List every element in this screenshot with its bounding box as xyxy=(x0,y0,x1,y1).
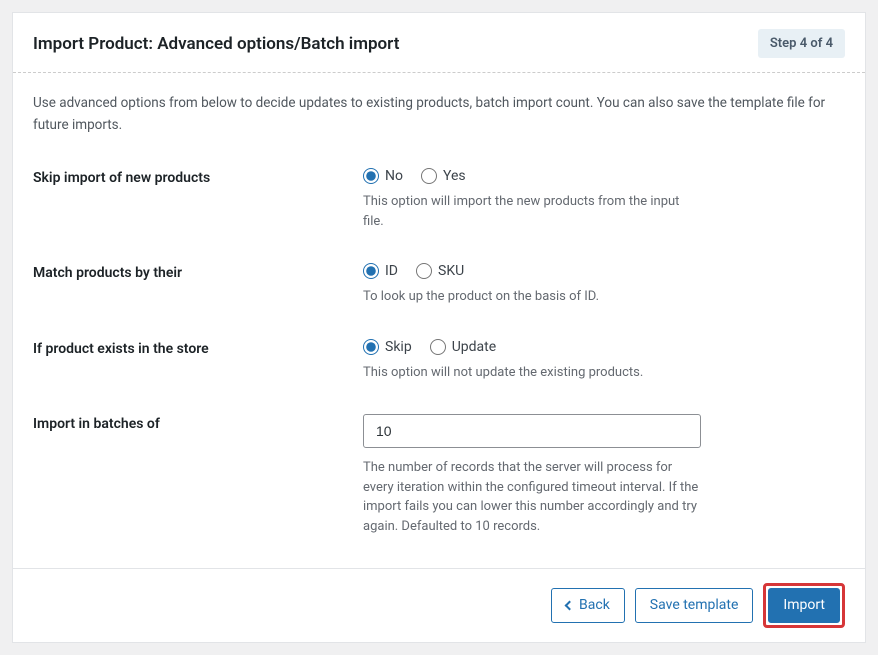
skip-new-radio-no-input[interactable] xyxy=(363,168,379,184)
import-button-label: Import xyxy=(783,597,825,614)
batch-help: The number of records that the server wi… xyxy=(363,458,703,536)
if-exists-radio-update[interactable]: Update xyxy=(430,339,496,355)
import-button[interactable]: Import xyxy=(768,588,840,623)
card-body: Use advanced options from below to decid… xyxy=(13,73,865,568)
match-by-radio-group: ID SKU xyxy=(363,263,845,279)
save-template-button-label: Save template xyxy=(650,597,739,614)
match-by-radio-sku-input[interactable] xyxy=(416,263,432,279)
if-exists-radio-update-label: Update xyxy=(452,339,496,355)
field-batch: Import in batches of The number of recor… xyxy=(33,414,845,536)
save-template-button[interactable]: Save template xyxy=(635,588,754,623)
if-exists-label: If product exists in the store xyxy=(33,339,363,357)
field-match-by: Match products by their ID SKU To look u… xyxy=(33,263,845,307)
match-by-radio-sku-label: SKU xyxy=(438,263,464,279)
match-by-radio-id-input[interactable] xyxy=(363,263,379,279)
chevron-left-icon xyxy=(565,601,575,611)
skip-new-help: This option will import the new products… xyxy=(363,192,703,231)
import-highlight: Import xyxy=(763,583,845,628)
match-by-control: ID SKU To look up the product on the bas… xyxy=(363,263,845,307)
back-button[interactable]: Back xyxy=(551,588,625,623)
page-title: Import Product: Advanced options/Batch i… xyxy=(33,34,399,54)
skip-new-radio-yes-input[interactable] xyxy=(421,168,437,184)
intro-text: Use advanced options from below to decid… xyxy=(33,93,845,136)
import-wizard-card: Import Product: Advanced options/Batch i… xyxy=(12,12,866,643)
if-exists-radio-skip-input[interactable] xyxy=(363,339,379,355)
match-by-label: Match products by their xyxy=(33,263,363,281)
skip-new-radio-group: No Yes xyxy=(363,168,845,184)
field-if-exists: If product exists in the store Skip Upda… xyxy=(33,339,845,383)
batch-input[interactable] xyxy=(363,414,701,448)
batch-control: The number of records that the server wi… xyxy=(363,414,845,536)
if-exists-radio-update-input[interactable] xyxy=(430,339,446,355)
skip-new-label: Skip import of new products xyxy=(33,168,363,186)
batch-label: Import in batches of xyxy=(33,414,363,432)
if-exists-control: Skip Update This option will not update … xyxy=(363,339,845,383)
skip-new-radio-yes[interactable]: Yes xyxy=(421,168,466,184)
skip-new-radio-no-label: No xyxy=(385,168,403,184)
back-button-label: Back xyxy=(579,597,610,614)
card-header: Import Product: Advanced options/Batch i… xyxy=(13,13,865,73)
field-skip-new: Skip import of new products No Yes This … xyxy=(33,168,845,231)
match-by-radio-sku[interactable]: SKU xyxy=(416,263,464,279)
match-by-radio-id[interactable]: ID xyxy=(363,263,398,279)
if-exists-radio-skip[interactable]: Skip xyxy=(363,339,412,355)
match-by-radio-id-label: ID xyxy=(385,263,398,279)
card-footer: Back Save template Import xyxy=(13,568,865,642)
if-exists-radio-skip-label: Skip xyxy=(385,339,412,355)
skip-new-radio-no[interactable]: No xyxy=(363,168,403,184)
if-exists-help: This option will not update the existing… xyxy=(363,363,703,383)
skip-new-radio-yes-label: Yes xyxy=(443,168,466,184)
skip-new-control: No Yes This option will import the new p… xyxy=(363,168,845,231)
match-by-help: To look up the product on the basis of I… xyxy=(363,287,703,307)
step-badge: Step 4 of 4 xyxy=(758,29,845,58)
if-exists-radio-group: Skip Update xyxy=(363,339,845,355)
